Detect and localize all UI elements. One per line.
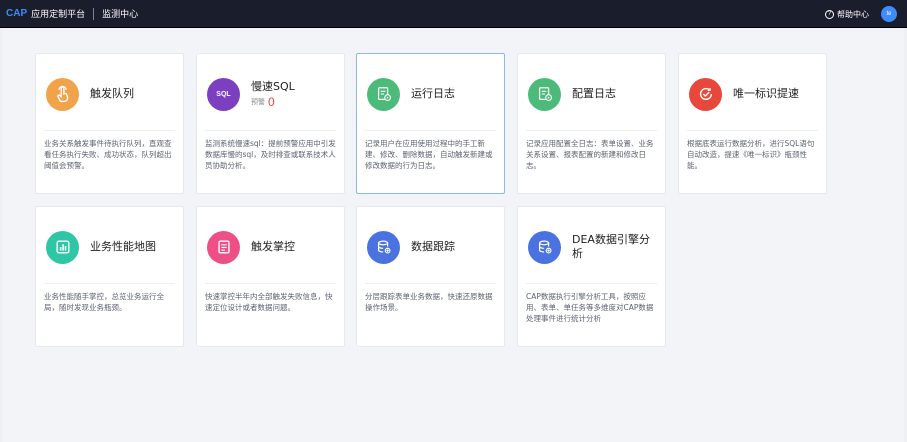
help-icon[interactable]: ? [825,9,834,19]
speed-check-icon [689,77,722,111]
trigger-list-icon [207,230,240,264]
card-divider [44,283,175,284]
card-trigger-queue[interactable]: 触发队列 业务关系触发事件待执行队列，直观查看任务执行失败、成功状态，队列超出阈… [35,53,184,194]
top-bar: CAP 应用定制平台 监测中心 ? 帮助中心 te [0,0,907,28]
database-engine-icon [528,230,561,264]
app-name[interactable]: 应用定制平台 [31,7,85,20]
card-title: 业务性能地图 [90,240,156,253]
alert-label: 预警 [251,97,265,106]
card-performance-map[interactable]: 业务性能地图 业务性能随手掌控，总览业务运行全局，随时发现业务瓶颈。 [35,206,184,347]
avatar[interactable]: te [881,6,897,22]
card-divider [526,130,657,131]
card-run-log[interactable]: 运行日志 记录用户在应用使用过程中的手工新建、修改、删除数据，自动触发新建或修改… [356,53,505,194]
card-divider [205,130,336,131]
card-divider [526,283,657,284]
section-title: 监测中心 [102,10,139,20]
card-slow-sql[interactable]: SQL 慢速SQL 预警 0 监测系统慢速sql：提前预警应用中引发数据库慢的s… [196,53,345,194]
card-description: 监测系统慢速sql：提前预警应用中引发数据库慢的sql，及时排查或联系技术人员协… [205,139,336,170]
card-title: 配置日志 [572,87,616,100]
help-center-link[interactable]: 帮助中心 [837,9,869,20]
card-description: CAP数据执行引擎分析工具，按照应用、表单、单任务等多维度对CAP数据处理事件进… [526,292,654,323]
card-description: 快速掌控半年内全部触发失败信息，快速定位设计或者数据问题。 [205,292,333,312]
card-divider [365,130,496,131]
database-search-icon [367,230,400,264]
divider [93,7,95,20]
top-right-actions: ? 帮助中心 te [825,0,897,28]
card-divider [687,130,818,131]
card-title: 运行日志 [411,87,455,100]
run-log-icon [367,77,400,111]
config-log-icon [528,77,561,111]
sql-icon: SQL [207,77,240,111]
brand: CAP 应用定制平台 监测中心 [0,7,138,20]
alert-count: 预警 0 [251,95,295,109]
card-divider [44,130,175,131]
cap-logo[interactable]: CAP [6,8,27,19]
card-config-log[interactable]: 配置日志 记录应用配置全日志：表单设置、业务关系设置、报表配置的新建和修改日志。 [517,53,666,194]
card-divider [365,283,496,284]
card-divider [205,283,336,284]
card-description: 根据底表运行数据分析，进行SQL语句自动改造，提速《唯一标识》瓶颈性能。 [687,139,815,170]
main-content: 触发队列 业务关系触发事件待执行队列，直观查看任务执行失败、成功状态，队列超出阈… [3,29,904,442]
card-unique-id-speedup[interactable]: 唯一标识提速 根据底表运行数据分析，进行SQL语句自动改造，提速《唯一标识》瓶颈… [678,53,827,194]
card-description: 业务性能随手掌控，总览业务运行全局，随时发现业务瓶颈。 [44,292,164,312]
card-title: 数据跟踪 [411,240,455,253]
card-data-tracking[interactable]: 数据跟踪 分层跟踪表单业务数据，快速还原数据操作场景。 [356,206,505,347]
card-title: 慢速SQL [251,79,295,93]
card-title: 唯一标识提速 [733,87,799,100]
alert-number[interactable]: 0 [268,95,275,109]
card-description: 记录用户在应用使用过程中的手工新建、修改、删除数据，自动触发新建或修改数据的行为… [365,139,493,170]
card-description: 记录应用配置全日志：表单设置、业务关系设置、报表配置的新建和修改日志。 [526,139,654,170]
card-description: 业务关系触发事件待执行队列，直观查看任务执行失败、成功状态，队列超出阈值会预警。 [44,139,172,170]
hand-tap-icon [46,77,79,111]
card-trigger-control[interactable]: 触发掌控 快速掌控半年内全部触发失败信息，快速定位设计或者数据问题。 [196,206,345,347]
card-title: 触发掌控 [251,240,295,253]
card-title: 触发队列 [90,87,134,100]
card-title: DEA数据引擎分析 [572,233,650,260]
card-description: 分层跟踪表单业务数据，快速还原数据操作场景。 [365,292,493,312]
card-dea-engine-analysis[interactable]: DEA数据引擎分析 CAP数据执行引擎分析工具，按照应用、表单、单任务等多维度对… [517,206,666,347]
performance-chart-icon [46,230,79,264]
